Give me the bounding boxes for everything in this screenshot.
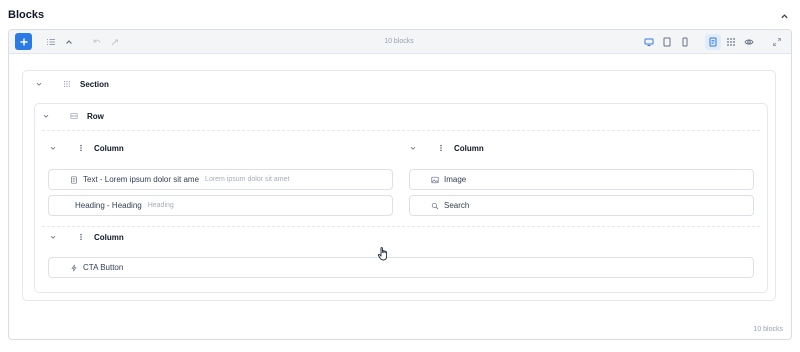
block-editor: 10 blocks Section Row Column Column Colu… xyxy=(8,29,792,340)
chevron-down-icon[interactable] xyxy=(48,143,58,153)
image-block[interactable]: Image xyxy=(409,169,754,190)
move-up-button[interactable] xyxy=(61,34,77,50)
chevron-down-icon[interactable] xyxy=(34,79,44,89)
block-preview: Lorem ipsum dolor sit amet xyxy=(205,176,290,183)
text-document-icon xyxy=(69,175,79,185)
list-icon xyxy=(47,39,55,45)
editor-toolbar: 10 blocks xyxy=(9,30,791,54)
redo-button[interactable] xyxy=(107,34,123,50)
tablet-icon xyxy=(663,37,671,47)
column-header-2[interactable]: Column xyxy=(408,143,484,153)
lightning-icon xyxy=(69,263,79,273)
fullscreen-button[interactable] xyxy=(769,34,785,50)
search-block[interactable]: Search xyxy=(409,195,754,216)
desktop-view-button[interactable] xyxy=(641,34,657,50)
undo-icon xyxy=(93,39,101,43)
footer-block-count: 10 blocks xyxy=(753,326,783,333)
undo-button[interactable] xyxy=(89,34,105,50)
redo-icon xyxy=(111,39,118,46)
document-icon xyxy=(709,37,717,47)
document-view-button[interactable] xyxy=(705,34,721,50)
grid-icon xyxy=(727,38,735,46)
column-label: Column xyxy=(94,232,124,242)
column-header-3[interactable]: Column xyxy=(48,232,124,242)
column-divider xyxy=(42,226,760,227)
search-icon xyxy=(430,201,440,211)
desktop-icon xyxy=(644,38,654,46)
cta-button-block[interactable]: CTA Button xyxy=(48,257,754,278)
block-label: Text - Lorem ipsum dolor sit ame xyxy=(83,175,200,184)
chevron-down-icon[interactable] xyxy=(48,232,58,242)
column-header-1[interactable]: Column xyxy=(48,143,124,153)
mobile-icon xyxy=(682,37,688,47)
preview-button[interactable] xyxy=(741,34,757,50)
eye-icon xyxy=(744,39,754,45)
page-title: Blocks xyxy=(8,9,45,21)
column-menu-icon[interactable] xyxy=(76,232,86,242)
tablet-view-button[interactable] xyxy=(659,34,675,50)
block-label: Heading - Heading xyxy=(75,201,142,210)
section-label: Section xyxy=(80,79,109,89)
hand-cursor-icon xyxy=(377,247,388,261)
chevron-up-icon xyxy=(66,40,72,44)
editor-canvas: Section Row Column Column Column Text - … xyxy=(9,55,791,339)
blocks-header: Blocks xyxy=(8,8,792,24)
block-label: CTA Button xyxy=(83,263,124,272)
block-preview: Heading xyxy=(147,202,174,209)
column-label: Column xyxy=(94,143,124,153)
plus-icon xyxy=(20,38,27,45)
column-menu-icon[interactable] xyxy=(436,143,446,153)
section-header[interactable]: Section xyxy=(34,79,109,89)
row-header[interactable]: Row xyxy=(41,111,104,121)
heading-block[interactable]: Heading - Heading Heading xyxy=(48,195,393,216)
row-divider xyxy=(42,130,760,131)
row-label: Row xyxy=(87,111,104,121)
row-layout-icon xyxy=(69,111,79,121)
block-label: Search xyxy=(444,201,470,210)
add-block-button[interactable] xyxy=(15,33,32,50)
section-grid-icon xyxy=(62,79,72,89)
block-label: Image xyxy=(444,175,467,184)
mobile-view-button[interactable] xyxy=(677,34,693,50)
fullscreen-icon xyxy=(773,38,781,46)
toolbar-block-count: 10 blocks xyxy=(384,38,414,45)
chevron-down-icon[interactable] xyxy=(408,143,418,153)
column-label: Column xyxy=(454,143,484,153)
chevron-up-icon xyxy=(780,13,788,18)
column-menu-icon[interactable] xyxy=(76,143,86,153)
grid-view-button[interactable] xyxy=(723,34,739,50)
collapse-button[interactable] xyxy=(776,8,792,24)
text-block[interactable]: Text - Lorem ipsum dolor sit ame Lorem i… xyxy=(48,169,393,190)
chevron-down-icon[interactable] xyxy=(41,111,51,121)
list-view-button[interactable] xyxy=(43,34,59,50)
image-icon xyxy=(430,175,440,185)
